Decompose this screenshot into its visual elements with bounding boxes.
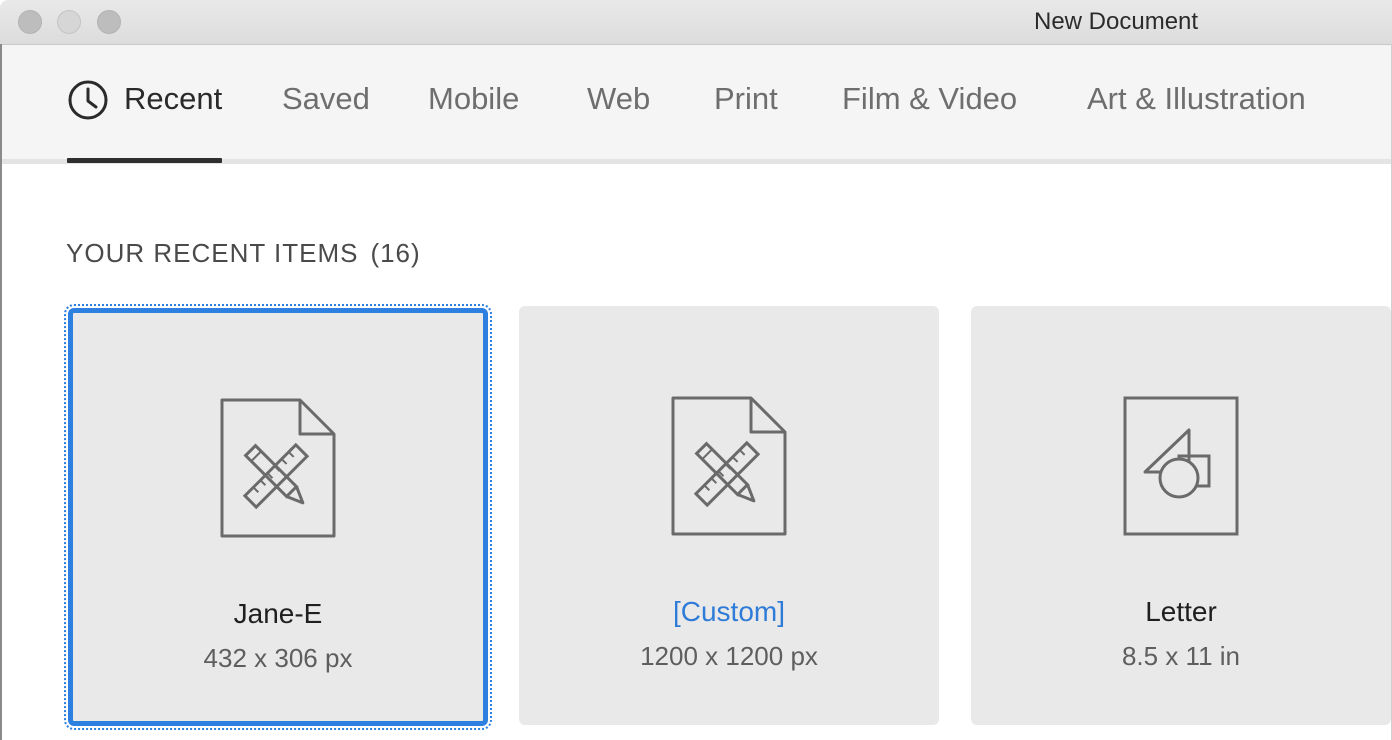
close-window-button[interactable] bbox=[18, 10, 42, 34]
recent-item-name: Letter bbox=[1145, 596, 1217, 627]
recent-item-card[interactable]: [Custom] 1200 x 1200 px bbox=[519, 306, 939, 725]
recent-item-card[interactable]: Letter 8.5 x 11 in bbox=[971, 306, 1391, 725]
recent-item-name: [Custom] bbox=[672, 596, 786, 627]
recent-item-name: Jane-E bbox=[233, 598, 323, 629]
minimize-window-button[interactable] bbox=[57, 10, 81, 34]
recent-items-title: YOUR RECENT ITEMS bbox=[66, 238, 359, 268]
recent-item-size: 432 x 306 px bbox=[203, 643, 353, 673]
tab-mobile[interactable]: Mobile bbox=[428, 81, 519, 117]
window-title: New Document bbox=[1034, 8, 1199, 35]
tab-print[interactable]: Print bbox=[714, 81, 778, 117]
tab-film-video[interactable]: Film & Video bbox=[842, 81, 1017, 117]
ruler-pencil-document-icon bbox=[220, 398, 336, 538]
tab-saved[interactable]: Saved bbox=[282, 81, 370, 117]
recent-items-heading: YOUR RECENT ITEMS (16) bbox=[66, 238, 421, 269]
tab-web[interactable]: Web bbox=[587, 81, 650, 117]
tab-art-illustration[interactable]: Art & Illustration bbox=[1087, 81, 1306, 117]
zoom-window-button[interactable] bbox=[97, 10, 121, 34]
title-bar: New Document bbox=[0, 0, 1392, 45]
ruler-pencil-document-icon bbox=[671, 396, 787, 536]
recent-item-size: 1200 x 1200 px bbox=[640, 641, 818, 671]
recent-items-count: (16) bbox=[370, 238, 421, 268]
category-tab-bar: Recent Saved Mobile Web Print Film & Vid… bbox=[2, 45, 1392, 164]
active-tab-indicator bbox=[67, 158, 222, 163]
shapes-page-icon bbox=[1123, 396, 1239, 536]
new-document-window: New Document Recent Saved Mobile Web Pri… bbox=[0, 0, 1392, 740]
tab-recent[interactable]: Recent bbox=[124, 81, 222, 117]
clock-icon bbox=[68, 80, 108, 120]
recent-item-size: 8.5 x 11 in bbox=[1121, 641, 1241, 671]
recent-item-card[interactable]: Jane-E 432 x 306 px bbox=[64, 304, 492, 730]
